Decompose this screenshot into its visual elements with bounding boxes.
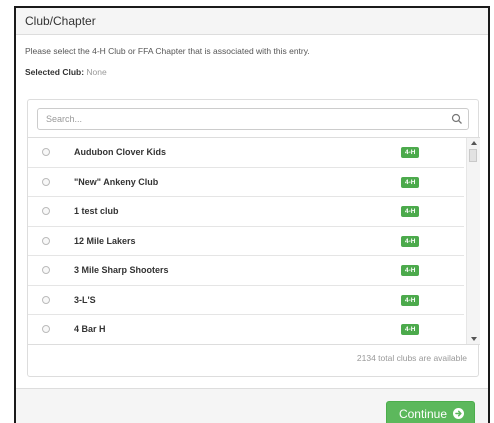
scroll-thumb[interactable]	[469, 149, 477, 162]
list-item[interactable]: 3 Mile Sharp Shooters 4-H	[28, 256, 464, 286]
list-item[interactable]: 3-L'S 4-H	[28, 286, 464, 315]
club-list-panel: Audubon Clover Kids 4-H "New" Ankeny Clu…	[27, 99, 480, 377]
club-name: 3-L'S	[74, 294, 96, 305]
club-type-badge: 4-H	[401, 265, 420, 276]
list-item[interactable]: 4 Bar H 4-H	[28, 315, 464, 344]
radio-button[interactable]	[42, 177, 50, 186]
scroll-up-icon[interactable]	[471, 141, 477, 145]
club-type-badge: 4-H	[401, 294, 420, 306]
radio-button[interactable]	[42, 325, 50, 333]
list-item[interactable]: Audubon Clover Kids 4-H	[28, 138, 464, 168]
continue-label: Continue	[398, 407, 447, 421]
instructions-text: Please select the 4-H Club or FFA Chapte…	[25, 46, 310, 56]
club-chapter-modal: Club/Chapter Please select the 4-H Club …	[14, 6, 490, 423]
club-type-badge: 4-H	[401, 147, 420, 158]
continue-button[interactable]: Continue	[385, 401, 475, 423]
club-type-badge: 4-H	[401, 176, 420, 188]
club-name: 12 Mile Lakers	[74, 235, 136, 246]
search-icon[interactable]	[451, 113, 463, 125]
club-name: 3 Mile Sharp Shooters	[74, 265, 169, 275]
club-type-badge: 4-H	[401, 206, 420, 217]
selected-club-value: None	[86, 67, 107, 77]
selected-club: Selected Club: None	[25, 67, 107, 77]
club-type-badge: 4-H	[401, 235, 420, 247]
club-name: 4 Bar H	[74, 324, 106, 334]
club-name: Audubon Clover Kids	[74, 147, 166, 157]
club-name: "New" Ankeny Club	[74, 176, 159, 187]
modal-footer: Continue	[16, 388, 488, 423]
club-list: Audubon Clover Kids 4-H "New" Ankeny Clu…	[28, 137, 480, 345]
club-type-badge: 4-H	[401, 324, 420, 335]
radio-button[interactable]	[42, 236, 50, 245]
search-box	[37, 108, 469, 130]
search-input[interactable]	[37, 108, 469, 130]
list-item[interactable]: 12 Mile Lakers 4-H	[28, 227, 464, 256]
scroll-down-icon[interactable]	[471, 337, 477, 341]
modal-header: Club/Chapter	[16, 8, 488, 35]
radio-button[interactable]	[42, 266, 50, 274]
list-item[interactable]: 1 test club 4-H	[28, 197, 464, 227]
list-item[interactable]: "New" Ankeny Club 4-H	[28, 168, 464, 197]
arrow-right-circle-icon	[453, 408, 464, 420]
list-scrollbar[interactable]	[466, 138, 480, 344]
radio-button[interactable]	[42, 295, 50, 304]
club-name: 1 test club	[74, 206, 119, 216]
radio-button[interactable]	[42, 148, 50, 156]
modal-title: Club/Chapter	[25, 14, 96, 28]
radio-button[interactable]	[42, 207, 50, 215]
selected-club-label: Selected Club:	[25, 67, 85, 77]
club-count-text: 2134 total clubs are available	[356, 353, 467, 363]
